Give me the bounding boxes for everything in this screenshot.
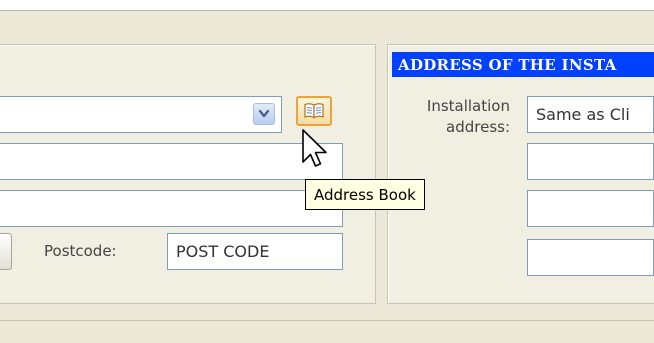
installation-line-4-field[interactable] (527, 239, 654, 276)
postcode-label: Postcode: (44, 242, 117, 260)
installation-label-line1: Installation (426, 97, 510, 115)
installation-section-header: ADDRESS OF THE INSTA (392, 52, 654, 77)
address-line-3-field[interactable] (0, 190, 343, 227)
tooltip-text: Address Book (314, 185, 416, 204)
installation-line-3-field[interactable] (527, 190, 654, 227)
address-book-button[interactable] (296, 96, 332, 126)
bottom-band (0, 320, 654, 343)
installation-label-line2: address: (446, 118, 510, 136)
address-line-2-field[interactable] (0, 143, 343, 180)
installation-select-value: Same as Cli (536, 105, 630, 124)
installation-line-2-field[interactable] (527, 143, 654, 180)
address-book-tooltip: Address Book (305, 179, 425, 210)
book-icon (304, 103, 324, 119)
postcode-field[interactable]: POST CODE (167, 233, 343, 270)
postcode-value: POST CODE (176, 242, 270, 261)
installation-address-select[interactable]: Same as Cli (527, 96, 654, 133)
chevron-down-icon[interactable] (253, 103, 275, 125)
installation-address-label: Installation address: (398, 96, 510, 138)
lookup-button-edge[interactable] (0, 233, 12, 270)
mouse-pointer-icon (302, 129, 327, 167)
address-select[interactable] (0, 96, 282, 133)
